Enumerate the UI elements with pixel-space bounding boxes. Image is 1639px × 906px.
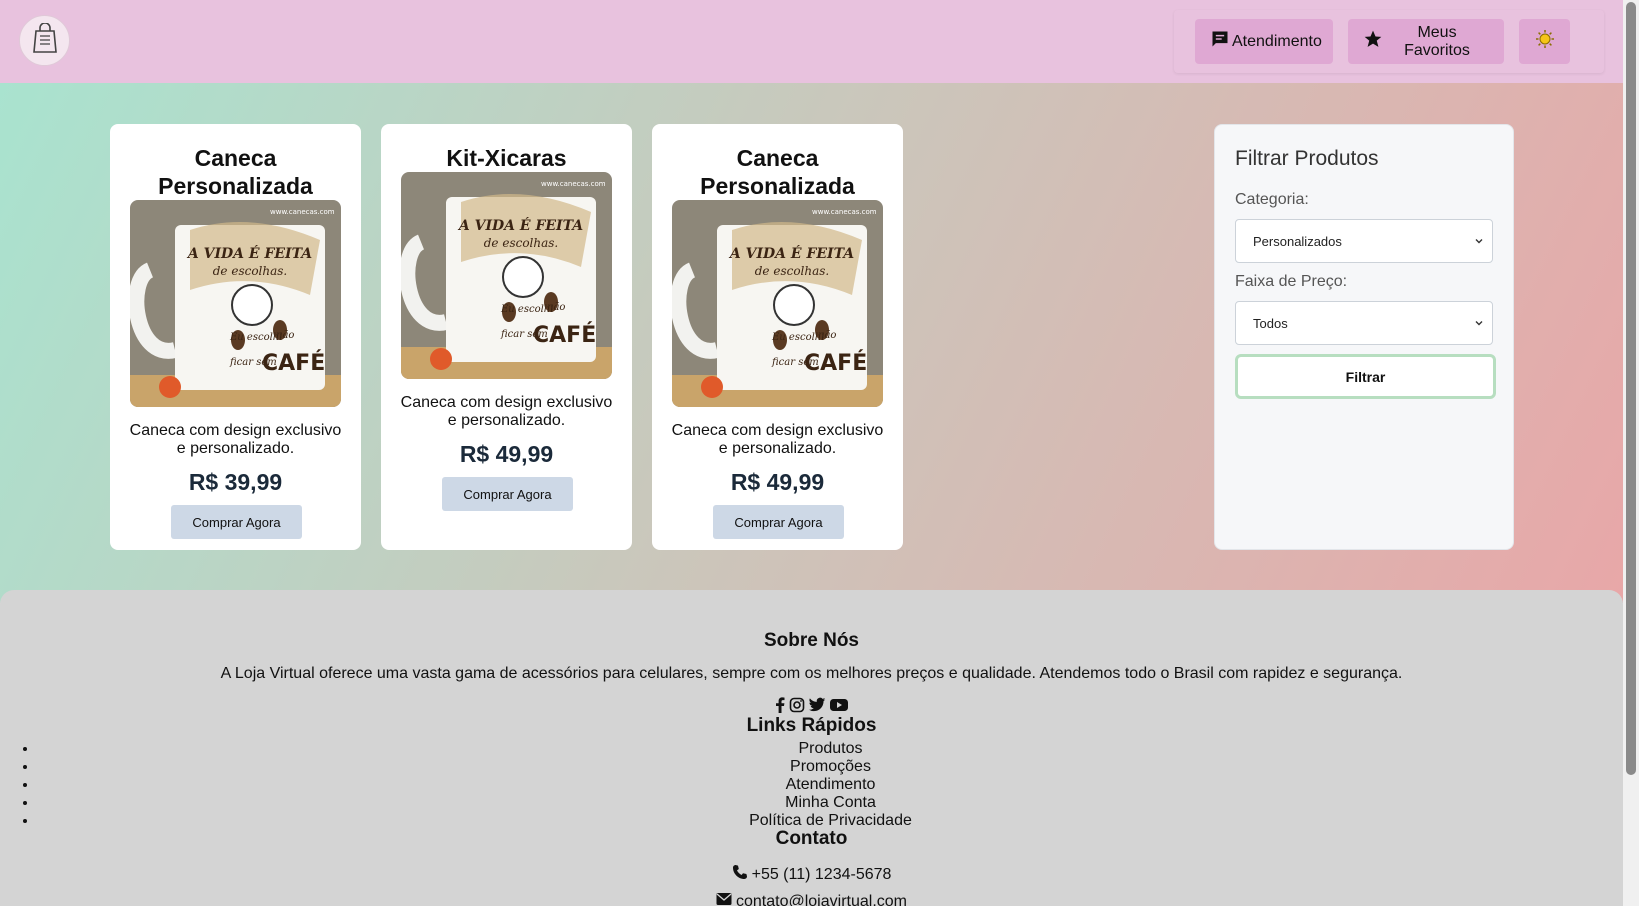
quick-link-minha-conta[interactable]: Minha Conta [38, 794, 1623, 812]
mug-text: www.canecas.com [541, 180, 606, 188]
buy-now-button[interactable]: Comprar Agora [442, 477, 573, 511]
quick-link-promocoes[interactable]: Promoções [38, 758, 1623, 776]
mug-text: Eu escolhi [771, 332, 824, 343]
chevron-down-icon [1474, 316, 1484, 331]
mug-text: CAFÉ [804, 350, 867, 376]
sun-icon [1535, 29, 1555, 54]
mug-text: Eu escolhi [500, 304, 553, 315]
buy-now-button[interactable]: Comprar Agora [171, 505, 302, 539]
contact-phone: +55 (11) 1234-5678 [0, 864, 1623, 885]
product-price: R$ 49,99 [730, 469, 825, 495]
chevron-down-icon [1474, 234, 1484, 249]
scrollbar-thumb[interactable] [1626, 2, 1636, 775]
product-title: Kit-Xicaras [446, 145, 567, 171]
category-select[interactable]: Personalizados [1235, 219, 1493, 263]
phone-number: +55 (11) 1234-5678 [751, 865, 892, 883]
product-price: R$ 39,99 [188, 469, 283, 495]
about-text: A Loja Virtual oferece uma vasta gama de… [220, 665, 1403, 682]
mug-text: CAFÉ [262, 350, 325, 376]
product-card: Caneca Personalizada A VIDA É FEITA de e… [110, 124, 361, 550]
site-header: Atendimento Meus Favoritos [0, 0, 1623, 83]
mug-text: A VIDA É FEITA [186, 244, 312, 262]
product-title: Caneca Personalizada [158, 145, 313, 199]
product-image[interactable]: A VIDA É FEITA de escolhas. Eu escolhi n… [401, 172, 612, 379]
mug-text: não [547, 302, 565, 313]
mug-text: de escolhas. [484, 236, 559, 250]
contact-title: Contato [775, 828, 848, 849]
chat-icon [1210, 29, 1230, 54]
category-select-value: Personalizados [1253, 233, 1342, 249]
links-title: Links Rápidos [746, 715, 877, 736]
product-title: Caneca Personalizada [700, 145, 855, 199]
mug-text: www.canecas.com [270, 208, 335, 216]
price-range-label: Faixa de Preço: [1235, 273, 1348, 290]
atendimento-label: Atendimento [1232, 32, 1322, 50]
filter-button[interactable]: Filtrar [1235, 354, 1496, 399]
mug-text: www.canecas.com [812, 208, 877, 216]
contact-email: contato@lojavirtual.com [0, 892, 1623, 906]
buy-now-button[interactable]: Comprar Agora [713, 505, 844, 539]
product-description: Caneca com design exclusivo e personaliz… [129, 422, 342, 457]
site-footer: Sobre Nós A Loja Virtual oferece uma vas… [0, 590, 1623, 906]
quick-link-atendimento[interactable]: Atendimento [38, 776, 1623, 794]
mug-text: não [276, 330, 294, 341]
product-image[interactable]: A VIDA É FEITA de escolhas. Eu escolhi n… [130, 200, 341, 407]
mug-text: A VIDA É FEITA [457, 216, 583, 234]
product-card: Caneca Personalizada A VIDA É FEITA de e… [652, 124, 903, 550]
page-scrollbar[interactable] [1623, 0, 1639, 906]
quick-links-list: Produtos Promoções Atendimento Minha Con… [0, 740, 1623, 830]
category-label: Categoria: [1235, 191, 1309, 208]
quick-link-produtos[interactable]: Produtos [38, 740, 1623, 758]
email-address: contato@lojavirtual.com [736, 892, 907, 906]
phone-icon [732, 864, 748, 885]
mug-text: Eu escolhi [229, 332, 282, 343]
logo[interactable] [19, 15, 70, 66]
theme-toggle-button[interactable] [1519, 19, 1570, 64]
filter-title: Filtrar Produtos [1235, 147, 1379, 170]
mug-text: CAFÉ [533, 322, 596, 348]
filter-panel: Filtrar Produtos Categoria: Personalizad… [1214, 124, 1514, 550]
mug-text: não [818, 330, 836, 341]
shopping-bag-icon [32, 22, 58, 58]
product-image[interactable]: A VIDA É FEITA de escolhas. Eu escolhi n… [672, 200, 883, 407]
about-title: Sobre Nós [763, 630, 860, 651]
product-price: R$ 49,99 [459, 441, 554, 467]
favoritos-label: Meus Favoritos [1404, 23, 1470, 59]
favoritos-button[interactable]: Meus Favoritos [1348, 19, 1504, 64]
main-content: Caneca Personalizada A VIDA É FEITA de e… [0, 83, 1623, 603]
price-range-select-value: Todos [1253, 315, 1288, 331]
envelope-icon [716, 892, 732, 906]
mug-text: de escolhas. [755, 264, 830, 278]
mug-text: de escolhas. [213, 264, 288, 278]
atendimento-button[interactable]: Atendimento [1195, 19, 1333, 64]
star-icon [1363, 29, 1383, 54]
price-range-select[interactable]: Todos [1235, 301, 1493, 345]
product-card: Kit-Xicaras A VIDA É FEITA de escolhas. … [381, 124, 632, 550]
product-description: Caneca com design exclusivo e personaliz… [671, 422, 884, 457]
product-description: Caneca com design exclusivo e personaliz… [400, 394, 613, 429]
mug-text: A VIDA É FEITA [728, 244, 854, 262]
nav-bar: Atendimento Meus Favoritos [1174, 10, 1604, 73]
